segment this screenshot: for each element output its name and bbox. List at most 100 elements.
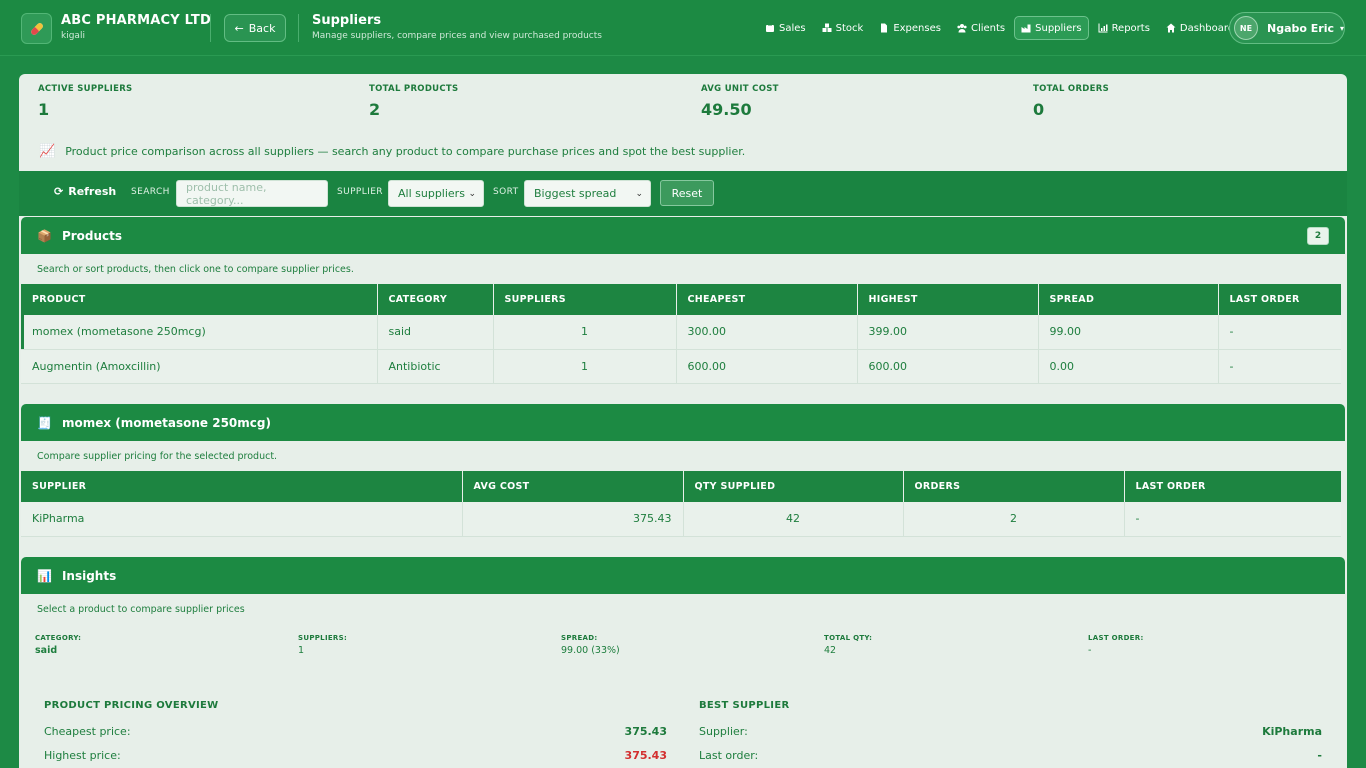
last-order-label: Last order: xyxy=(699,749,759,762)
page-title: Suppliers xyxy=(312,13,382,28)
nav-item-expenses[interactable]: Expenses xyxy=(872,16,948,40)
insight-last-order: LAST ORDER: - xyxy=(1088,634,1144,656)
cell-category: said xyxy=(377,315,494,350)
cell-orders: 2 xyxy=(903,502,1125,537)
divider xyxy=(210,14,211,42)
clients-icon xyxy=(957,24,967,33)
cell-qty-supplied: 42 xyxy=(683,502,904,537)
avatar: NE xyxy=(1234,16,1258,40)
pill-icon xyxy=(30,22,43,35)
cell-last-order: - xyxy=(1218,315,1341,350)
supplier-pricing-table: SUPPLIER AVG COST QTY SUPPLIED ORDERS LA… xyxy=(21,471,1341,537)
chevron-down-icon: ⌄ xyxy=(468,188,476,199)
nav-item-stock[interactable]: Stock xyxy=(815,16,871,40)
column-header[interactable]: SPREAD xyxy=(1038,284,1219,315)
cell-highest: 399.00 xyxy=(857,315,1039,350)
supplier-select[interactable]: All suppliers ⌄ xyxy=(388,180,484,207)
main-nav: Sales Stock Expenses Clients Suppliers R… xyxy=(758,16,1243,40)
best-supplier-title: BEST SUPPLIER xyxy=(699,700,790,711)
receipt-icon: 🧾 xyxy=(37,415,52,430)
user-name: Ngabo Eric xyxy=(1267,21,1334,35)
nav-item-label: Reports xyxy=(1111,22,1150,34)
nav-item-label: Stock xyxy=(835,22,864,34)
cell-last-order: - xyxy=(1218,349,1341,384)
suppliers-icon xyxy=(1021,24,1031,33)
stat-total-products: TOTAL PRODUCTS 2 xyxy=(369,84,458,119)
cell-category: Antibiotic xyxy=(377,349,494,384)
insights-title: Insights xyxy=(61,568,117,583)
best-supplier-label: Supplier: xyxy=(699,725,748,738)
insight-value: 99.00 (33%) xyxy=(561,645,620,656)
column-header[interactable]: CATEGORY xyxy=(377,284,494,315)
reset-button[interactable]: Reset xyxy=(660,180,714,206)
stat-label: TOTAL PRODUCTS xyxy=(369,84,459,94)
search-input[interactable]: product name, category... xyxy=(176,180,328,207)
insight-label: TOTAL QTY: xyxy=(824,634,873,642)
arrow-left-icon: ← xyxy=(234,21,244,35)
main-panel: ACTIVE SUPPLIERS 1 TOTAL PRODUCTS 2 AVG … xyxy=(19,74,1347,768)
insight-total-qty: TOTAL QTY: 42 xyxy=(824,634,872,656)
products-header: 📦 Products 2 xyxy=(21,217,1345,254)
filter-toolbar: ⟳ Refresh SEARCH product name, category.… xyxy=(19,171,1347,216)
supplier-select-value: All suppliers xyxy=(398,187,465,200)
column-header[interactable]: ORDERS xyxy=(903,471,1125,502)
column-header[interactable]: SUPPLIER xyxy=(21,471,463,502)
insight-value: said xyxy=(35,645,58,656)
selected-product-card: 🧾 momex (mometasone 250mcg) Compare supp… xyxy=(21,404,1345,537)
column-header[interactable]: AVG COST xyxy=(462,471,684,502)
bar-chart-icon: 📊 xyxy=(37,568,52,583)
column-header[interactable]: SUPPLIERS xyxy=(493,284,677,315)
insight-spread: SPREAD: 99.00 (33%) xyxy=(561,634,620,656)
cell-suppliers: 1 xyxy=(493,315,677,350)
highest-price-label: Highest price: xyxy=(44,749,121,762)
table-row[interactable]: KiPharma 375.43 42 2 - xyxy=(21,502,1341,537)
nav-item-reports[interactable]: Reports xyxy=(1091,16,1157,40)
insights-header: 📊 Insights xyxy=(21,557,1345,594)
column-header[interactable]: LAST ORDER xyxy=(1124,471,1341,502)
sort-select[interactable]: Biggest spread ⌄ xyxy=(524,180,651,207)
insight-fields: CATEGORY: said SUPPLIERS: 1 SPREAD: 99.0… xyxy=(21,622,1345,672)
column-header[interactable]: QTY SUPPLIED xyxy=(683,471,904,502)
nav-item-clients[interactable]: Clients xyxy=(950,16,1012,40)
products-title: Products xyxy=(61,228,123,243)
sales-icon xyxy=(766,23,774,32)
info-banner: 📈 Product price comparison across all su… xyxy=(39,144,745,159)
cell-spread: 0.00 xyxy=(1038,349,1219,384)
column-header[interactable]: PRODUCT xyxy=(21,284,378,315)
table-row[interactable]: Augmentin (Amoxcillin) Antibiotic 1 600.… xyxy=(21,349,1341,384)
insight-label: LAST ORDER: xyxy=(1088,634,1144,642)
column-header[interactable]: LAST ORDER xyxy=(1218,284,1341,315)
cell-product: momex (mometasone 250mcg) xyxy=(21,315,378,350)
brand-logo[interactable] xyxy=(21,13,52,44)
selected-product-title: momex (mometasone 250mcg) xyxy=(61,415,271,430)
table-row[interactable]: momex (mometasone 250mcg) said 1 300.00 … xyxy=(21,315,1341,350)
cell-avg-cost: 375.43 xyxy=(462,502,684,537)
highest-price-value: 375.43 xyxy=(624,749,667,762)
refresh-icon: ⟳ xyxy=(54,185,64,198)
brand-name: ABC PHARMACY LTD xyxy=(61,13,211,28)
back-button[interactable]: ← Back xyxy=(224,14,286,42)
cell-cheapest: 600.00 xyxy=(676,349,858,384)
user-menu[interactable]: NE Ngabo Eric ▾ xyxy=(1229,12,1345,44)
home-icon xyxy=(1166,23,1176,33)
cell-spread: 99.00 xyxy=(1038,315,1219,350)
nav-item-suppliers[interactable]: Suppliers xyxy=(1014,16,1089,40)
refresh-button[interactable]: ⟳ Refresh xyxy=(54,185,116,198)
stock-icon xyxy=(822,23,832,32)
trend-chart-icon: 📈 xyxy=(39,144,56,159)
cell-cheapest: 300.00 xyxy=(676,315,858,350)
sort-label: SORT xyxy=(493,187,519,197)
insight-value: - xyxy=(1088,645,1092,656)
stat-total-orders: TOTAL ORDERS 0 xyxy=(1033,84,1109,119)
stat-value: 2 xyxy=(369,100,381,119)
products-hint: Search or sort products, then click one … xyxy=(37,264,354,275)
column-header[interactable]: CHEAPEST xyxy=(676,284,858,315)
cell-last-order: - xyxy=(1124,502,1341,537)
last-order-value: - xyxy=(1317,749,1322,762)
nav-item-sales[interactable]: Sales xyxy=(758,16,813,40)
column-header[interactable]: HIGHEST xyxy=(857,284,1039,315)
sort-select-value: Biggest spread xyxy=(534,187,617,200)
table-header-row: SUPPLIER AVG COST QTY SUPPLIED ORDERS LA… xyxy=(21,471,1341,502)
nav-item-label: Expenses xyxy=(893,22,941,34)
insight-value: 42 xyxy=(824,645,837,656)
